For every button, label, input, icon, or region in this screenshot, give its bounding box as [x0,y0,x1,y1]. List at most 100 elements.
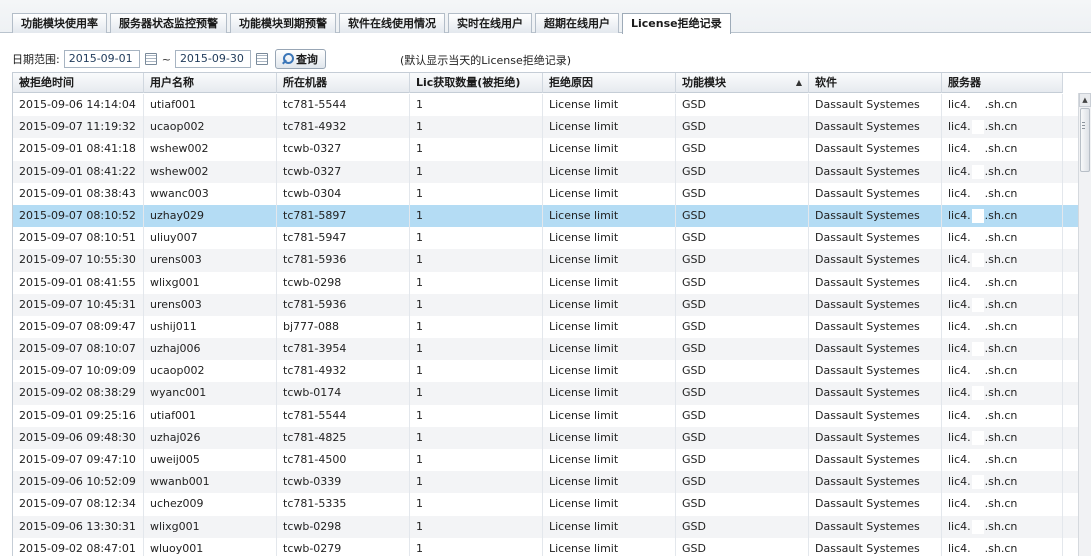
table-row[interactable]: 2015-09-01 08:38:43 wwanc003 tcwb-0304 1 Lic… [13,182,1078,205]
cell-machine: tc781-4825 [277,426,410,449]
tab-module-expiry-alert[interactable]: 功能模块到期预警 [230,13,336,33]
cell-software: Dassault Systemes [809,338,942,361]
server-name-prefix: lic4. [948,475,971,489]
cell-server: lic4. .sh.cn [942,249,1063,272]
calendar-icon[interactable] [144,53,157,65]
cell-reject-reason: License limit [543,138,676,161]
cell-lic-count: 1 [410,493,543,516]
cell-machine: tc781-3954 [277,338,410,361]
table-row[interactable]: 2015-09-06 14:14:04 utiaf001 tc781-5544 1 Li… [13,94,1078,117]
server-name-suffix: .sh.cn [984,186,1018,200]
table-row[interactable]: 2015-09-01 08:41:55 wlixg001 tcwb-0298 1 Lic… [13,271,1078,294]
cell-machine: tc781-5544 [277,94,410,117]
cell-rejected-time: 2015-09-01 09:25:16 [13,404,144,427]
table-row[interactable]: 2015-09-07 10:09:09 ucaop002 tc781-4932 1 Li… [13,360,1078,383]
column-header-rejected-time[interactable]: 被拒绝时间 [13,73,144,93]
default-range-note: (默认显示当天的License拒绝记录) [400,54,572,67]
table-row[interactable]: 2015-09-06 13:30:31 wlixg001 tcwb-0298 1 Lic… [13,515,1078,538]
cell-rejected-time: 2015-09-06 09:48:30 [13,426,144,449]
redacted-mask [971,164,984,179]
server-name-prefix: lic4. [948,142,971,156]
cell-user-name: wlixg001 [144,515,277,538]
redacted-mask [971,231,984,246]
query-button[interactable]: 查询 [274,49,326,69]
server-name-prefix: lic4. [948,541,971,555]
table-row[interactable]: 2015-09-07 10:55:30 urens003 tc781-5936 1 Li… [13,249,1078,272]
tab-module-usage[interactable]: 功能模块使用率 [12,13,107,33]
cell-machine: tc781-5544 [277,404,410,427]
server-name-prefix: lic4. [948,319,971,333]
cell-reject-reason: License limit [543,515,676,538]
cell-module: GSD [676,382,809,405]
server-name-prefix: lic4. [948,342,971,356]
cell-machine: tcwb-0298 [277,515,410,538]
end-date-input[interactable]: 2015-09-30 [174,50,251,68]
scrollbar-thumb[interactable] [1080,108,1090,172]
tab-realtime-online-users[interactable]: 实时在线用户 [448,13,532,33]
column-header-label: 被拒绝时间 [19,76,74,89]
table-row[interactable]: 2015-09-01 09:25:16 utiaf001 tc781-5544 1 Li… [13,404,1078,427]
vertical-scrollbar[interactable]: ▲ [1078,93,1091,556]
cell-lic-count: 1 [410,426,543,449]
cell-reject-reason: License limit [543,382,676,405]
cell-reject-reason: License limit [543,271,676,294]
cell-machine: tcwb-0327 [277,138,410,161]
cell-lic-count: 1 [410,404,543,427]
table-row[interactable]: 2015-09-07 08:10:07 uzhaj006 tc781-3954 1 Li… [13,338,1078,361]
redacted-mask [971,275,984,290]
cell-machine: tcwb-0327 [277,160,410,183]
table-row[interactable]: 2015-09-06 09:48:30 uzhaj026 tc781-4825 1 Li… [13,426,1078,449]
server-name-suffix: .sh.cn [984,541,1018,555]
calendar-icon[interactable] [255,53,268,65]
column-header-machine[interactable]: 所在机器 [277,73,410,93]
scrollbar-grip-icon [1082,121,1085,129]
table-row[interactable]: 2015-09-06 10:52:09 wwanb001 tcwb-0339 1 Lic… [13,471,1078,494]
cell-software: Dassault Systemes [809,382,942,405]
server-name-prefix: lic4. [948,519,971,533]
column-header-reject-reason[interactable]: 拒绝原因 [543,73,676,93]
server-name-prefix: lic4. [948,408,971,422]
cell-reject-reason: License limit [543,449,676,472]
column-header-module[interactable]: 功能模块 ▲ [676,73,809,93]
cell-rejected-time: 2015-09-02 08:47:01 [13,537,144,556]
tab-license-rejections[interactable]: License拒绝记录 [622,13,731,34]
cell-server: lic4. .sh.cn [942,338,1063,361]
column-header-label: 拒绝原因 [549,76,593,89]
scroll-up-icon[interactable]: ▲ [1079,93,1091,107]
cell-user-name: ucaop002 [144,360,277,383]
redacted-mask [971,98,984,112]
table-row[interactable]: 2015-09-07 09:47:10 uweij005 tc781-4500 1 Li… [13,449,1078,472]
table-row[interactable]: 2015-09-01 08:41:18 wshew002 tcwb-0327 1 Lic… [13,138,1078,161]
table-row[interactable]: 2015-09-01 08:41:22 wshew002 tcwb-0327 1 Lic… [13,160,1078,183]
cell-machine: tc781-5897 [277,204,410,228]
redacted-mask [971,497,984,512]
table-row[interactable]: 2015-09-07 08:10:52 uzhay029 tc781-5897 1 Li… [13,204,1078,228]
query-button-label: 查询 [295,53,318,66]
cell-software: Dassault Systemes [809,138,942,161]
tab-overtime-online-users[interactable]: 超期在线用户 [535,13,619,33]
table-row[interactable]: 2015-09-07 08:10:51 uliuy007 tc781-5947 1 Li… [13,227,1078,250]
column-header-software[interactable]: 软件 [809,73,942,93]
cell-lic-count: 1 [410,204,543,228]
table-row[interactable]: 2015-09-07 08:12:34 uchez009 tc781-5335 1 Li… [13,493,1078,516]
table-row[interactable]: 2015-09-02 08:38:29 wyanc001 tcwb-0174 1 Lic… [13,382,1078,405]
cell-software: Dassault Systemes [809,515,942,538]
column-header-label: 用户名称 [150,76,194,89]
tab-server-status-alert[interactable]: 服务器状态监控预警 [110,13,227,33]
cell-software: Dassault Systemes [809,315,942,339]
table-row[interactable]: 2015-09-07 08:09:47 ushij011 bj777-088 1 Lic… [13,315,1078,339]
column-header-user-name[interactable]: 用户名称 [144,73,277,93]
column-header-server[interactable]: 服务器 [942,73,1063,93]
cell-module: GSD [676,293,809,316]
date-separator: ~ [161,52,171,66]
server-name-suffix: .sh.cn [984,319,1018,333]
column-header-lic-count[interactable]: Lic获取数量(被拒绝) [410,73,543,93]
cell-rejected-time: 2015-09-01 08:41:22 [13,160,144,183]
start-date-input[interactable]: 2015-09-01 [63,50,140,68]
cell-user-name: wluoy001 [144,537,277,556]
table-row[interactable]: 2015-09-02 08:47:01 wluoy001 tcwb-0279 1 Lic… [13,537,1078,556]
cell-rejected-time: 2015-09-07 09:47:10 [13,449,144,472]
table-row[interactable]: 2015-09-07 10:45:31 urens003 tc781-5936 1 Li… [13,293,1078,316]
tab-software-online-usage[interactable]: 软件在线使用情况 [339,13,445,33]
table-row[interactable]: 2015-09-07 11:19:32 ucaop002 tc781-4932 1 Li… [13,116,1078,139]
